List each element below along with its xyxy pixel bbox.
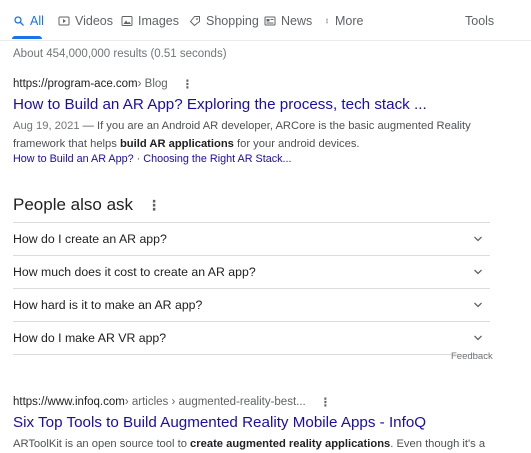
result-domain: https://program-ace.com — [13, 78, 138, 90]
result-title-link[interactable]: How to Build an AR App? Exploring the pr… — [13, 96, 513, 113]
result-url: https://program-ace.com › Blog ⋮ — [13, 77, 513, 91]
result-stats: About 454,000,000 results (0.51 seconds) — [13, 48, 227, 60]
sitelink[interactable]: How to Build an AR App? — [13, 153, 134, 165]
chevron-down-icon — [474, 236, 482, 242]
more-options-icon[interactable]: ⋮ — [320, 395, 332, 409]
tab-videos[interactable]: Videos — [58, 14, 113, 28]
more-vert-icon — [326, 18, 328, 24]
tab-label: More — [335, 14, 364, 28]
paa-question[interactable]: How hard is it to make an AR app? — [13, 289, 490, 322]
paa-question[interactable]: How do I create an AR app? — [13, 223, 490, 256]
result-url: https://www.infoq.com › articles › augme… — [13, 395, 513, 409]
people-also-ask-list: How do I create an AR app? How much does… — [13, 222, 490, 355]
search-tabs-bar: All Videos Images Shopping News More Too… — [0, 0, 531, 41]
paa-question[interactable]: How do I make AR VR app? — [13, 322, 490, 355]
search-result: https://www.infoq.com › articles › augme… — [13, 395, 513, 453]
people-also-ask-heading: People also ask ⋮ — [13, 195, 161, 215]
tools-button[interactable]: Tools — [465, 14, 494, 28]
paa-question-text: How much does it cost to create an AR ap… — [13, 265, 256, 279]
snippet-highlight: build AR applications — [119, 138, 234, 150]
result-title-link[interactable]: Six Top Tools to Build Augmented Reality… — [13, 414, 513, 431]
result-snippet: ARToolKit is an open source tool to crea… — [13, 435, 513, 453]
search-icon — [14, 16, 24, 26]
tab-images[interactable]: Images — [121, 14, 179, 28]
tab-label: Images — [138, 14, 179, 28]
paa-question-text: How hard is it to make an AR app? — [13, 298, 203, 312]
paa-question-text: How do I create an AR app? — [13, 232, 167, 246]
chevron-down-icon — [474, 269, 482, 275]
chevron-down-icon — [474, 302, 482, 308]
snippet-text: ARToolKit is an open source tool to — [13, 438, 191, 450]
snippet-text: . Even though it's a — [390, 438, 486, 450]
active-tab-indicator — [12, 36, 42, 39]
tab-news[interactable]: News — [264, 14, 312, 28]
chevron-down-icon — [474, 335, 482, 341]
result-breadcrumb: › articles › augmented-reality-best... — [124, 396, 306, 408]
paa-question-text: How do I make AR VR app? — [13, 331, 167, 345]
video-icon — [58, 16, 70, 26]
result-snippet: Aug 19, 2021 — If you are an Android AR … — [13, 117, 513, 153]
tab-label: Shopping — [206, 14, 259, 28]
tab-label: All — [30, 14, 44, 28]
snippet-highlight: create augmented reality applications — [190, 438, 391, 450]
tab-label: Videos — [75, 14, 113, 28]
sitelink-separator: · — [133, 153, 144, 165]
tag-icon — [190, 16, 200, 26]
tab-label: News — [281, 14, 313, 28]
result-date: Aug 19, 2021 — [13, 120, 80, 132]
feedback-link[interactable]: Feedback — [451, 351, 493, 362]
paa-question[interactable]: How much does it cost to create an AR ap… — [13, 256, 490, 289]
tab-all[interactable]: All — [13, 14, 44, 28]
result-domain: https://www.infoq.com — [13, 396, 125, 408]
image-icon — [121, 16, 133, 26]
tab-shopping[interactable]: Shopping — [189, 14, 259, 28]
tab-more[interactable]: More — [324, 14, 363, 28]
search-result: https://program-ace.com › Blog ⋮ How to … — [13, 77, 513, 165]
snippet-text: for your android devices. — [233, 138, 360, 150]
more-options-icon[interactable]: ⋮ — [147, 197, 161, 214]
more-options-icon[interactable]: ⋮ — [182, 77, 194, 91]
news-icon — [264, 16, 276, 26]
sitelink[interactable]: Choosing the Right AR Stack... — [143, 153, 291, 165]
result-breadcrumb: › Blog — [137, 78, 168, 90]
paa-title: People also ask — [13, 195, 134, 214]
sitelinks: How to Build an AR App? · Choosing the R… — [13, 153, 513, 165]
